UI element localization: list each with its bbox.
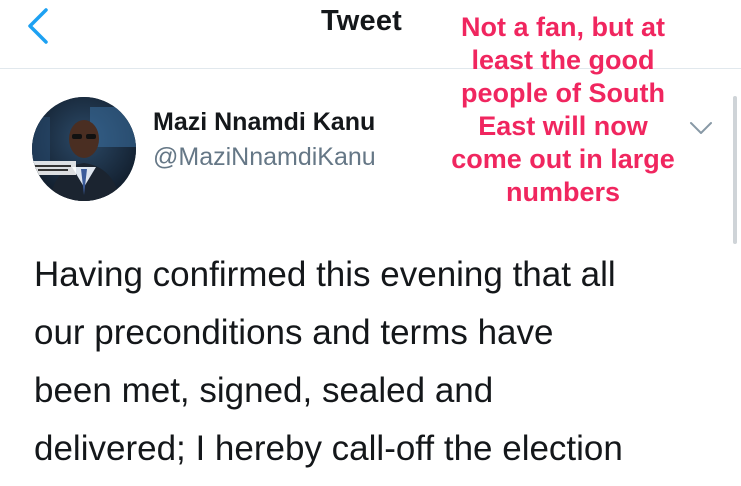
chevron-left-icon	[28, 8, 48, 44]
scrollbar[interactable]	[733, 96, 737, 244]
profile-photo	[32, 97, 136, 201]
overlay-caption: Not a fan, but at least the good people …	[451, 12, 675, 207]
author-handle[interactable]: @MaziNnamdiKanu	[153, 143, 376, 172]
tweet-text: Having confirmed this evening that all o…	[34, 255, 623, 468]
back-button[interactable]	[22, 4, 62, 48]
avatar[interactable]	[32, 97, 136, 201]
page-title: Tweet	[321, 5, 403, 37]
author-name[interactable]: Mazi Nnamdi Kanu	[153, 108, 375, 137]
